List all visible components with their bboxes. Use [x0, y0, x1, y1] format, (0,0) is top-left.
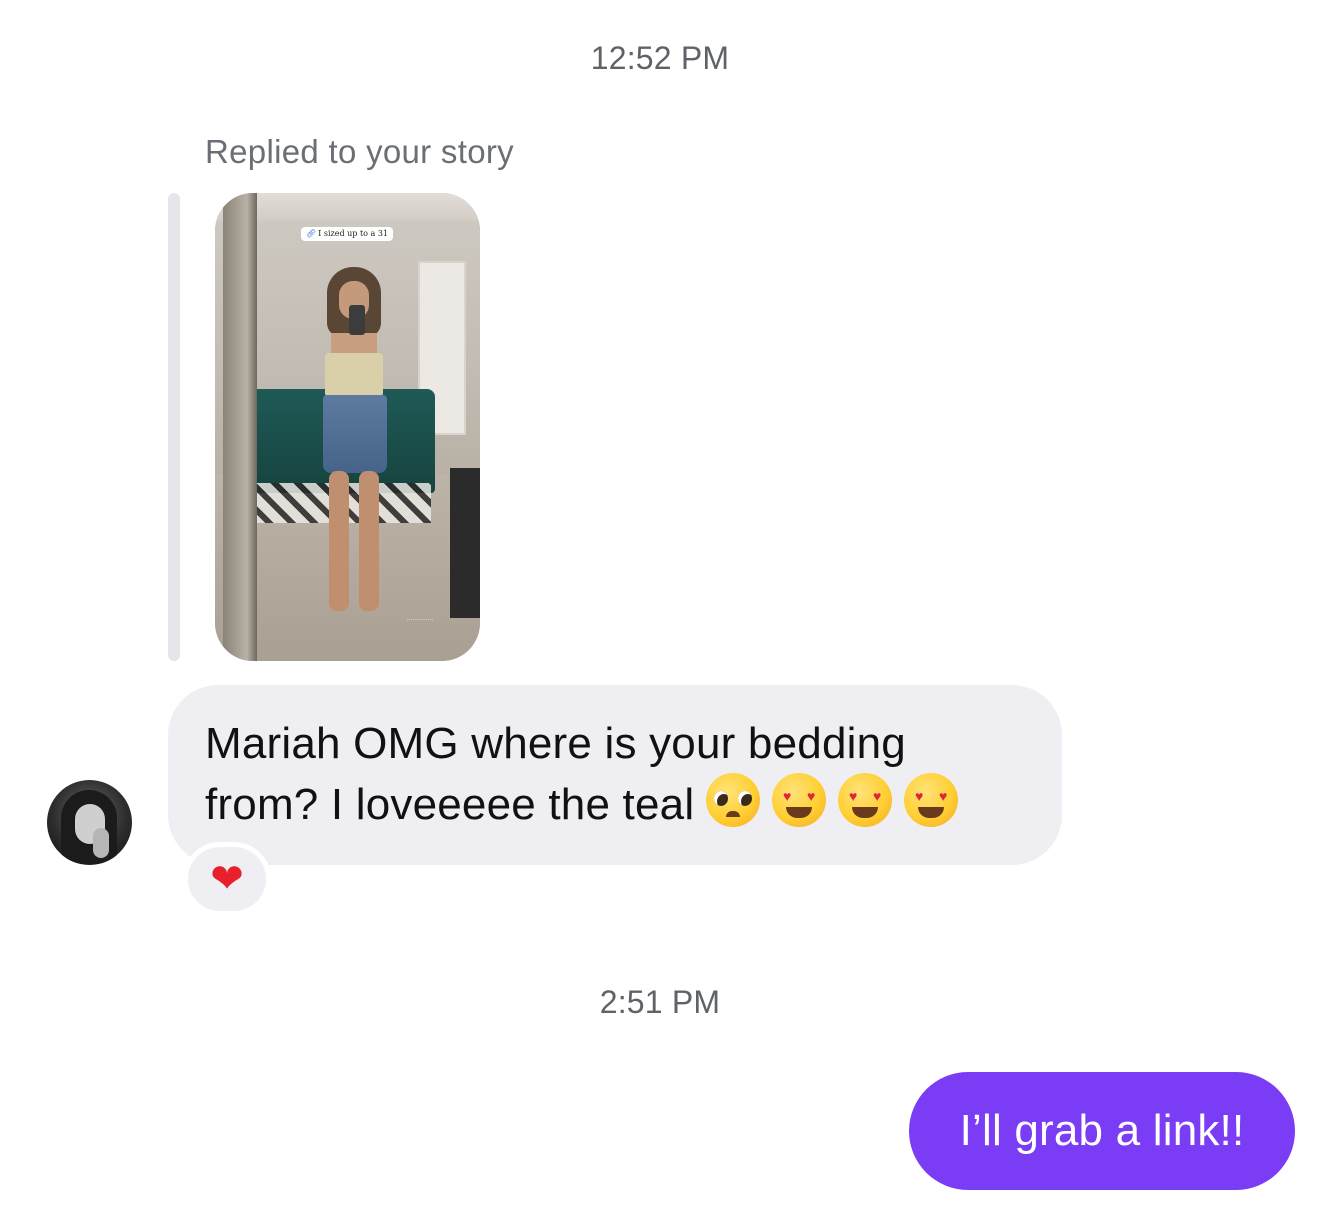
timestamp: 2:51 PM — [599, 984, 721, 1020]
person-phone — [349, 305, 365, 335]
story-thumbnail[interactable]: 🔗︎ I sized up to a 31 ·············· — [215, 193, 480, 661]
heart-eyes-icon: ♥ ♥ — [772, 773, 827, 827]
link-icon: 🔗︎ — [306, 229, 317, 238]
story-person — [319, 267, 389, 617]
heart-eyes-icon: ♥ ♥ — [838, 773, 893, 827]
heart-eyes-icon: ♥ ♥ — [904, 773, 959, 827]
person-leg-left — [329, 471, 349, 611]
timestamp: 12:52 PM — [590, 40, 730, 76]
incoming-message-line-1: Mariah OMG where is your bedding — [205, 719, 906, 768]
reply-quote-bar — [168, 193, 180, 661]
story-tags: ·············· — [406, 617, 434, 624]
outgoing-message-text: I’ll grab a link!! — [959, 1106, 1245, 1155]
story-link-sticker[interactable]: 🔗︎ I sized up to a 31 — [301, 227, 394, 241]
person-leg-right — [359, 471, 379, 611]
sender-avatar[interactable] — [47, 780, 132, 865]
story-reply-label: Replied to your story — [205, 133, 514, 170]
pleading-face-icon — [706, 773, 761, 827]
avatar-hand — [93, 828, 109, 858]
incoming-message-line-2-text: from? I loveeeee the teal — [205, 780, 695, 829]
person-shorts — [323, 395, 387, 473]
story-mirror-edge — [223, 193, 257, 661]
story-dresser — [450, 468, 480, 618]
message-reaction[interactable]: ❤︎ — [183, 842, 271, 916]
story-sticker-text: I sized up to a 31 — [318, 229, 389, 238]
outgoing-message-bubble[interactable]: I’ll grab a link!! — [909, 1072, 1295, 1190]
incoming-message-line-2: from? I loveeeee the teal ♥ ♥ ♥ ♥ ♥ ♥ — [205, 773, 1026, 834]
person-top — [325, 353, 383, 397]
heart-icon: ❤︎ — [210, 856, 244, 902]
incoming-message-bubble[interactable]: Mariah OMG where is your bedding from? I… — [168, 685, 1062, 865]
